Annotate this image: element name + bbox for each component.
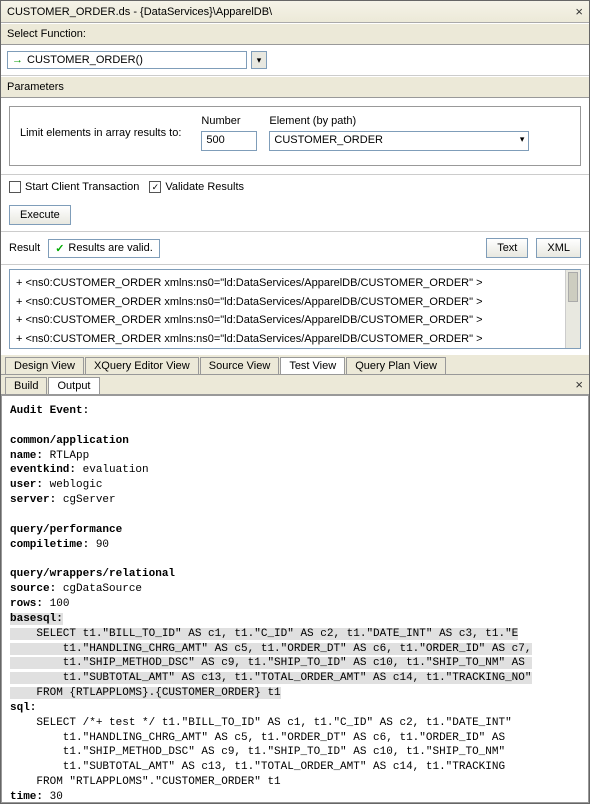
parameters-header: Parameters (1, 76, 589, 98)
number-label: Number (201, 115, 257, 127)
number-input[interactable]: 500 (201, 131, 257, 151)
checkbox-icon (9, 181, 21, 193)
tab-build[interactable]: Build (5, 377, 47, 394)
check-icon: ✓ (55, 242, 64, 255)
select-function-header: Select Function: (1, 23, 589, 45)
execute-button[interactable]: Execute (9, 205, 71, 225)
tab-output[interactable]: Output (48, 377, 99, 394)
output-pane[interactable]: Audit Event: common/application name: RT… (1, 395, 589, 803)
function-value: CUSTOMER_ORDER() (27, 54, 143, 66)
tab-design-view[interactable]: Design View (5, 357, 84, 374)
result-row[interactable]: + <ns0:CUSTOMER_ORDER xmlns:ns0="ld:Data… (16, 330, 574, 349)
result-row[interactable]: + <ns0:CUSTOMER_ORDER xmlns:ns0="ld:Data… (16, 274, 574, 293)
view-tabs: Design View XQuery Editor View Source Vi… (1, 355, 589, 375)
start-transaction-checkbox[interactable]: Start Client Transaction (9, 181, 139, 193)
window-title: CUSTOMER_ORDER.ds - {DataServices}\Appar… (7, 6, 272, 18)
function-dropdown[interactable]: → CUSTOMER_ORDER() (7, 51, 247, 69)
close-icon[interactable]: × (569, 375, 589, 394)
text-button[interactable]: Text (486, 238, 528, 258)
result-row[interactable]: + <ns0:CUSTOMER_ORDER xmlns:ns0="ld:Data… (16, 311, 574, 330)
chevron-down-icon: ▾ (520, 134, 525, 148)
scrollbar[interactable] (565, 270, 580, 348)
function-dropdown-button[interactable]: ▾ (251, 51, 267, 69)
title-bar: CUSTOMER_ORDER.ds - {DataServices}\Appar… (1, 1, 589, 23)
validate-results-checkbox[interactable]: ✓ Validate Results (149, 181, 244, 193)
tab-test-view[interactable]: Test View (280, 357, 345, 374)
results-tree[interactable]: + <ns0:CUSTOMER_ORDER xmlns:ns0="ld:Data… (9, 269, 581, 349)
tab-query-plan-view[interactable]: Query Plan View (346, 357, 446, 374)
tab-source-view[interactable]: Source View (200, 357, 280, 374)
results-valid-badge: ✓ Results are valid. (48, 239, 160, 258)
element-label: Element (by path) (269, 115, 570, 127)
result-row[interactable]: + <ns0:CUSTOMER_ORDER xmlns:ns0="ld:Data… (16, 293, 574, 312)
checkbox-icon: ✓ (149, 181, 161, 193)
element-dropdown[interactable]: CUSTOMER_ORDER ▾ (269, 131, 529, 151)
output-text: Audit Event: common/application name: RT… (2, 396, 588, 803)
function-icon: → (12, 54, 23, 66)
tab-xquery-editor-view[interactable]: XQuery Editor View (85, 357, 199, 374)
close-icon[interactable]: × (575, 4, 583, 19)
limit-label: Limit elements in array results to: (20, 127, 189, 139)
xml-button[interactable]: XML (536, 238, 581, 258)
result-label: Result (9, 242, 40, 254)
